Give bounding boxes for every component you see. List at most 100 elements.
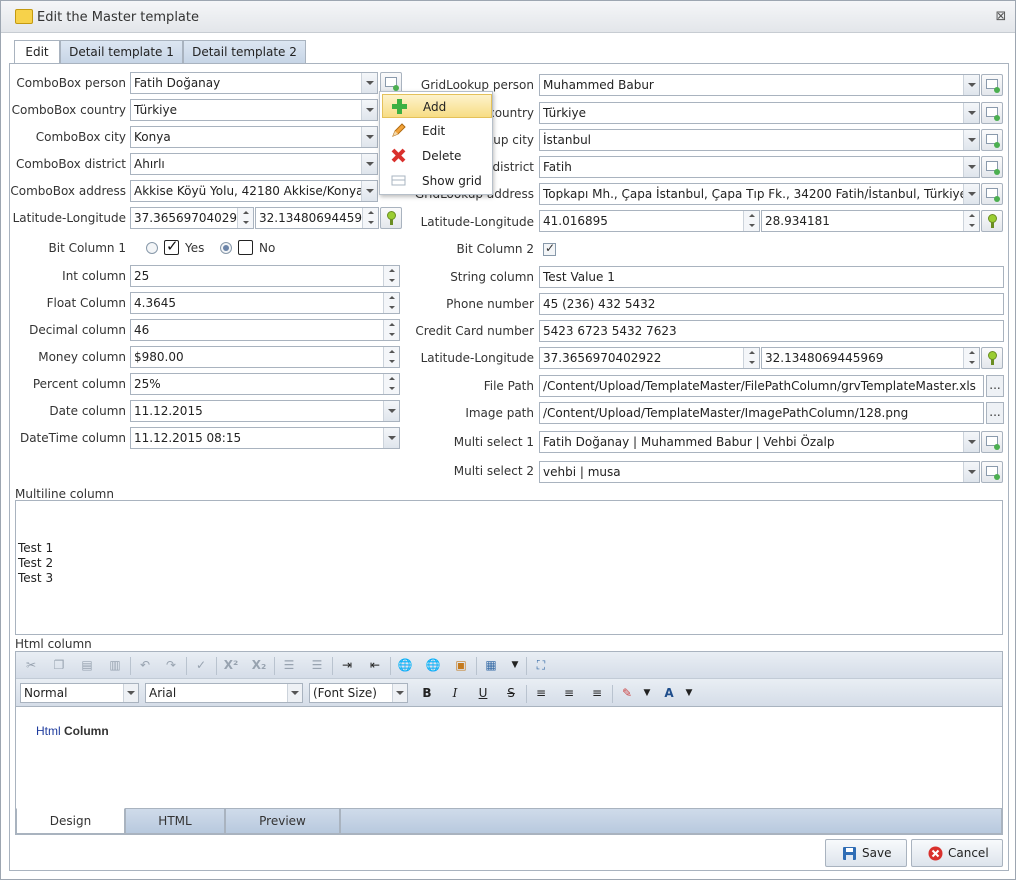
- chevron-down-icon[interactable]: [963, 130, 979, 150]
- indent-icon[interactable]: ⇥: [338, 656, 356, 674]
- spin-buttons[interactable]: [237, 208, 253, 228]
- ordered-list-icon[interactable]: ☰: [280, 656, 298, 674]
- strikethrough-icon[interactable]: S: [502, 684, 520, 702]
- longitude-input-left[interactable]: 32.13480694459€: [255, 207, 379, 229]
- map-pin-button[interactable]: [981, 210, 1003, 232]
- bold-icon[interactable]: B: [418, 684, 436, 702]
- string-input[interactable]: Test Value 1: [539, 266, 1004, 288]
- highlight-color-icon[interactable]: ✎: [618, 684, 636, 702]
- combo-district-input[interactable]: Ahırlı: [130, 153, 378, 175]
- longitude-input-right-1[interactable]: 28.934181: [761, 210, 980, 232]
- chevron-down-icon[interactable]: [963, 157, 979, 177]
- latitude-input-right-1[interactable]: 41.016895: [539, 210, 760, 232]
- chevron-down-icon[interactable]: [361, 127, 377, 147]
- int-input[interactable]: 25: [130, 265, 400, 287]
- spin-buttons[interactable]: [743, 211, 759, 231]
- spin-buttons[interactable]: [383, 266, 399, 286]
- grid-city-input[interactable]: İstanbul: [539, 129, 980, 151]
- chevron-down-icon[interactable]: [963, 462, 979, 482]
- bit2-checkbox[interactable]: [543, 241, 556, 256]
- spin-buttons[interactable]: [362, 208, 378, 228]
- tab-detail-1[interactable]: Detail template 1: [60, 40, 183, 64]
- close-icon[interactable]: ⊠: [994, 10, 1008, 24]
- bit1-no-checkbox[interactable]: [238, 240, 253, 255]
- font-size-select[interactable]: (Font Size): [309, 683, 408, 703]
- grid-button[interactable]: [981, 74, 1003, 96]
- spin-buttons[interactable]: [383, 293, 399, 313]
- browse-image-button[interactable]: ...: [986, 402, 1004, 424]
- font-color-dropdown-icon[interactable]: ▼: [680, 684, 698, 702]
- spin-buttons[interactable]: [383, 347, 399, 367]
- align-left-icon[interactable]: ≡: [532, 684, 550, 702]
- menu-item-add[interactable]: Add: [382, 94, 492, 118]
- bit1-yes-checkbox[interactable]: [164, 237, 179, 255]
- multiline-textarea[interactable]: Test 1 Test 2 Test 3: [15, 500, 1003, 635]
- menu-item-edit[interactable]: Edit: [382, 119, 492, 143]
- tab-design[interactable]: Design: [16, 808, 125, 834]
- chevron-down-icon[interactable]: [963, 103, 979, 123]
- combo-person-input[interactable]: Fatih Doğanay: [130, 72, 378, 94]
- chevron-down-icon[interactable]: [383, 428, 399, 448]
- redo-icon[interactable]: ↷: [162, 656, 180, 674]
- grid-button[interactable]: [981, 102, 1003, 124]
- grid-button[interactable]: [981, 129, 1003, 151]
- menu-item-delete[interactable]: Delete: [382, 144, 492, 168]
- float-input[interactable]: 4.3645: [130, 292, 400, 314]
- spellcheck-icon[interactable]: ✓: [192, 656, 210, 674]
- bit1-radio-null[interactable]: [146, 242, 158, 254]
- chevron-down-icon[interactable]: [361, 181, 377, 201]
- spin-buttons[interactable]: [743, 348, 759, 368]
- spin-buttons[interactable]: [963, 211, 979, 231]
- grid-address-input[interactable]: Topkapı Mh., Çapa İstanbul, Çapa Tıp Fk.…: [539, 183, 980, 205]
- save-button[interactable]: Save: [825, 839, 907, 867]
- copy-icon[interactable]: ❐: [50, 656, 68, 674]
- image-path-input[interactable]: /Content/Upload/TemplateMaster/ImagePath…: [539, 402, 984, 424]
- browse-file-button[interactable]: ...: [986, 375, 1004, 397]
- phone-input[interactable]: 45 (236) 432 5432: [539, 293, 1004, 315]
- multi-select-2[interactable]: vehbi | musa: [539, 461, 980, 483]
- money-input[interactable]: $980.00: [130, 346, 400, 368]
- combo-country-input[interactable]: Türkiye: [130, 99, 378, 121]
- chevron-down-icon[interactable]: [361, 73, 377, 93]
- tab-edit[interactable]: Edit: [14, 40, 60, 65]
- bullet-list-icon[interactable]: ☰: [308, 656, 326, 674]
- spin-buttons[interactable]: [383, 374, 399, 394]
- chevron-down-icon[interactable]: [361, 154, 377, 174]
- chevron-down-icon[interactable]: [963, 75, 979, 95]
- tab-detail-2[interactable]: Detail template 2: [183, 40, 306, 64]
- tab-html[interactable]: HTML: [125, 808, 225, 834]
- highlight-dropdown-icon[interactable]: ▼: [638, 684, 656, 702]
- chevron-down-icon[interactable]: [963, 432, 979, 452]
- italic-icon[interactable]: I: [446, 684, 464, 702]
- insert-image-icon[interactable]: ▣: [452, 656, 470, 674]
- grid-district-input[interactable]: Fatih: [539, 156, 980, 178]
- grid-button[interactable]: [981, 156, 1003, 178]
- subscript-icon[interactable]: X₂: [250, 656, 268, 674]
- datetime-input[interactable]: 11.12.2015 08:15: [130, 427, 400, 449]
- unlink-icon[interactable]: 🌐: [424, 656, 442, 674]
- undo-icon[interactable]: ↶: [136, 656, 154, 674]
- grid-country-input[interactable]: Türkiye: [539, 102, 980, 124]
- paste-icon[interactable]: ▤: [78, 656, 96, 674]
- cut-icon[interactable]: ✂: [22, 656, 40, 674]
- chevron-down-icon[interactable]: [963, 184, 979, 204]
- insert-link-icon[interactable]: 🌐: [396, 656, 414, 674]
- date-input[interactable]: 11.12.2015: [130, 400, 400, 422]
- spin-buttons[interactable]: [383, 320, 399, 340]
- align-center-icon[interactable]: ≡: [560, 684, 578, 702]
- map-pin-button[interactable]: [981, 347, 1003, 369]
- table-dropdown-icon[interactable]: ▼: [506, 656, 524, 674]
- spin-buttons[interactable]: [963, 348, 979, 368]
- align-right-icon[interactable]: ≡: [588, 684, 606, 702]
- editor-content[interactable]: Html Column: [36, 724, 109, 738]
- format-select[interactable]: Normal: [20, 683, 139, 703]
- chevron-down-icon[interactable]: [383, 401, 399, 421]
- underline-icon[interactable]: U: [474, 684, 492, 702]
- cancel-button[interactable]: Cancel: [911, 839, 1003, 867]
- credit-input[interactable]: 5423 6723 5432 7623: [539, 320, 1004, 342]
- font-select[interactable]: Arial: [145, 683, 303, 703]
- chevron-down-icon[interactable]: [361, 100, 377, 120]
- latitude-input-left[interactable]: 37.365697040292: [130, 207, 254, 229]
- file-path-input[interactable]: /Content/Upload/TemplateMaster/FilePathC…: [539, 375, 984, 397]
- grid-button[interactable]: [981, 431, 1003, 453]
